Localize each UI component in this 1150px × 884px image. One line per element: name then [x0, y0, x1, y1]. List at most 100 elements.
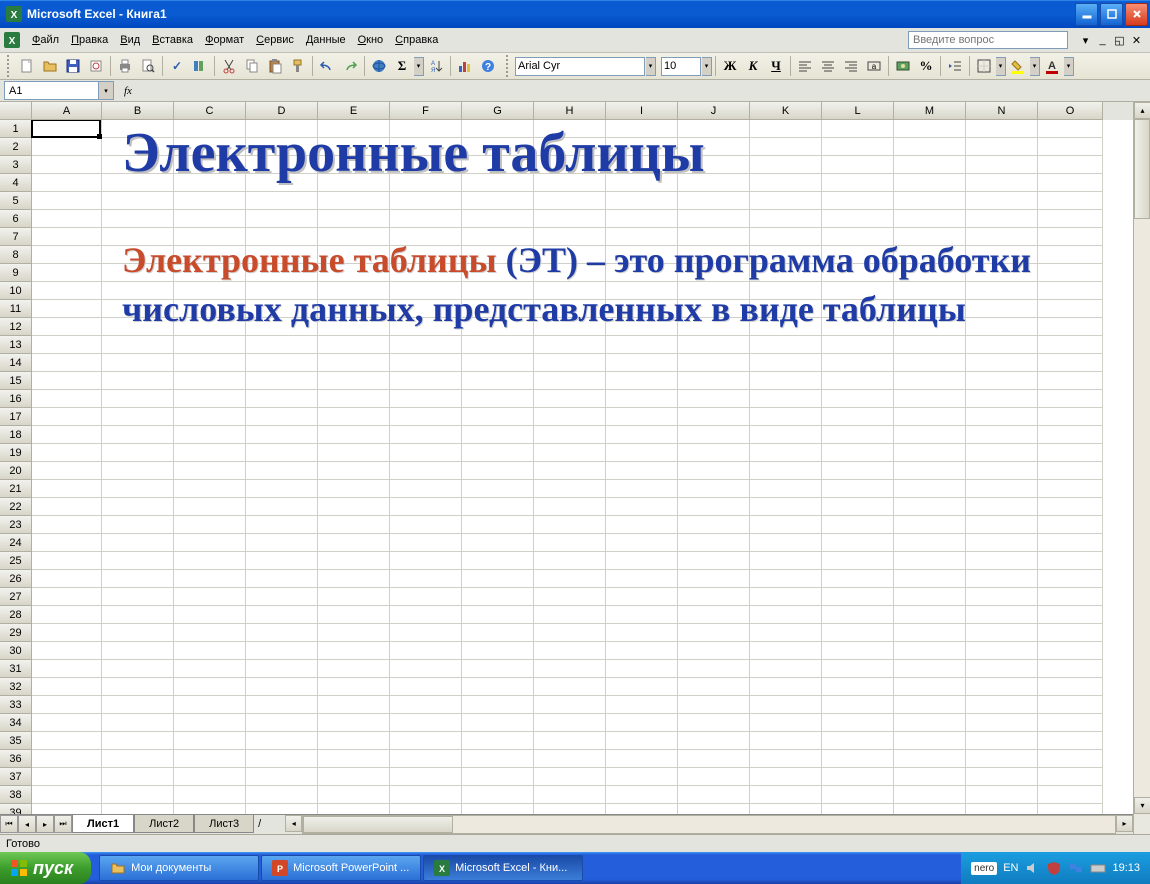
bold-button[interactable]: Ж [719, 55, 741, 77]
row-header-22[interactable]: 22 [0, 498, 32, 516]
sort-asc-button[interactable]: АЯ [425, 55, 447, 77]
cells-grid[interactable]: Электронные таблицы Электронные таблицы … [32, 120, 1133, 814]
column-header-M[interactable]: M [894, 102, 966, 120]
menu-справка[interactable]: Справка [389, 32, 444, 48]
redo-button[interactable] [339, 55, 361, 77]
tray-volume-icon[interactable] [1024, 860, 1040, 876]
row-header-28[interactable]: 28 [0, 606, 32, 624]
hyperlink-button[interactable] [368, 55, 390, 77]
menu-правка[interactable]: Правка [65, 32, 114, 48]
column-header-J[interactable]: J [678, 102, 750, 120]
percent-button[interactable]: % [915, 55, 937, 77]
close-button[interactable] [1125, 3, 1148, 26]
select-all-corner[interactable] [0, 102, 32, 120]
row-header-35[interactable]: 35 [0, 732, 32, 750]
doc-close-button[interactable]: ✕ [1129, 33, 1144, 48]
row-header-24[interactable]: 24 [0, 534, 32, 552]
row-header-16[interactable]: 16 [0, 390, 32, 408]
cut-button[interactable] [218, 55, 240, 77]
font-name-select[interactable] [515, 57, 645, 76]
column-header-C[interactable]: C [174, 102, 246, 120]
vscroll-track[interactable] [1134, 119, 1150, 797]
column-header-D[interactable]: D [246, 102, 318, 120]
column-header-H[interactable]: H [534, 102, 606, 120]
formula-input[interactable] [142, 81, 1150, 100]
row-header-18[interactable]: 18 [0, 426, 32, 444]
menu-вид[interactable]: Вид [114, 32, 146, 48]
row-header-20[interactable]: 20 [0, 462, 32, 480]
row-header-21[interactable]: 21 [0, 480, 32, 498]
maximize-button[interactable] [1100, 3, 1123, 26]
menu-вставка[interactable]: Вставка [146, 32, 199, 48]
row-header-2[interactable]: 2 [0, 138, 32, 156]
tab-nav-next[interactable]: ▸ [36, 815, 54, 833]
sheet-tab-1[interactable]: Лист1 [72, 815, 134, 833]
tray-network-icon[interactable] [1068, 860, 1084, 876]
help-button[interactable]: ? [477, 55, 499, 77]
taskbar-item-1[interactable]: PMicrosoft PowerPoint ... [261, 855, 421, 881]
tray-shield-icon[interactable] [1046, 860, 1062, 876]
row-header-29[interactable]: 29 [0, 624, 32, 642]
tab-nav-first[interactable]: ⏮ [0, 815, 18, 833]
decrease-indent-button[interactable] [944, 55, 966, 77]
align-right-button[interactable] [840, 55, 862, 77]
doc-minimize-button[interactable]: _ [1095, 33, 1110, 48]
column-header-I[interactable]: I [606, 102, 678, 120]
row-header-14[interactable]: 14 [0, 354, 32, 372]
row-header-38[interactable]: 38 [0, 786, 32, 804]
save-button[interactable] [62, 55, 84, 77]
vscroll-down-button[interactable]: ▾ [1134, 797, 1150, 814]
underline-button[interactable]: Ч [765, 55, 787, 77]
taskbar-item-2[interactable]: XMicrosoft Excel - Кни... [423, 855, 583, 881]
row-header-8[interactable]: 8 [0, 246, 32, 264]
row-header-10[interactable]: 10 [0, 282, 32, 300]
minimize-button[interactable] [1075, 3, 1098, 26]
sheet-tab-3[interactable]: Лист3 [194, 815, 254, 833]
undo-button[interactable] [316, 55, 338, 77]
align-center-button[interactable] [817, 55, 839, 77]
row-header-11[interactable]: 11 [0, 300, 32, 318]
menu-данные[interactable]: Данные [300, 32, 352, 48]
menu-окно[interactable]: Окно [352, 32, 390, 48]
vscroll-thumb[interactable] [1134, 119, 1150, 219]
row-header-1[interactable]: 1 [0, 120, 32, 138]
sheet-tab-2[interactable]: Лист2 [134, 815, 194, 833]
open-file-button[interactable] [39, 55, 61, 77]
print-button[interactable] [114, 55, 136, 77]
font-size-dropdown[interactable]: ▾ [702, 57, 712, 76]
row-header-15[interactable]: 15 [0, 372, 32, 390]
column-header-F[interactable]: F [390, 102, 462, 120]
column-header-E[interactable]: E [318, 102, 390, 120]
tray-nero-icon[interactable]: nero [971, 862, 997, 875]
row-header-3[interactable]: 3 [0, 156, 32, 174]
column-header-O[interactable]: O [1038, 102, 1103, 120]
row-header-19[interactable]: 19 [0, 444, 32, 462]
hscroll-thumb[interactable] [303, 816, 453, 833]
permission-button[interactable] [85, 55, 107, 77]
doc-icon[interactable]: X [4, 32, 20, 48]
hscroll-left-button[interactable]: ◂ [285, 815, 302, 832]
row-header-30[interactable]: 30 [0, 642, 32, 660]
row-header-36[interactable]: 36 [0, 750, 32, 768]
currency-button[interactable] [892, 55, 914, 77]
italic-button[interactable]: К [742, 55, 764, 77]
menu-сервис[interactable]: Сервис [250, 32, 300, 48]
fill-color-button[interactable] [1007, 55, 1029, 77]
column-header-G[interactable]: G [462, 102, 534, 120]
spelling-button[interactable]: ✓ [166, 55, 188, 77]
tab-nav-prev[interactable]: ◂ [18, 815, 36, 833]
help-question-input[interactable] [908, 31, 1068, 49]
row-header-17[interactable]: 17 [0, 408, 32, 426]
column-header-K[interactable]: K [750, 102, 822, 120]
borders-button[interactable] [973, 55, 995, 77]
font-color-dropdown[interactable]: ▾ [1064, 57, 1074, 76]
row-header-7[interactable]: 7 [0, 228, 32, 246]
tray-keyboard-icon[interactable] [1090, 860, 1106, 876]
row-header-12[interactable]: 12 [0, 318, 32, 336]
font-color-button[interactable]: A [1041, 55, 1063, 77]
column-header-L[interactable]: L [822, 102, 894, 120]
hscroll-track[interactable] [302, 815, 1116, 834]
toolbar-grip[interactable] [7, 55, 12, 77]
column-header-B[interactable]: B [102, 102, 174, 120]
tab-nav-last[interactable]: ⏭ [54, 815, 72, 833]
